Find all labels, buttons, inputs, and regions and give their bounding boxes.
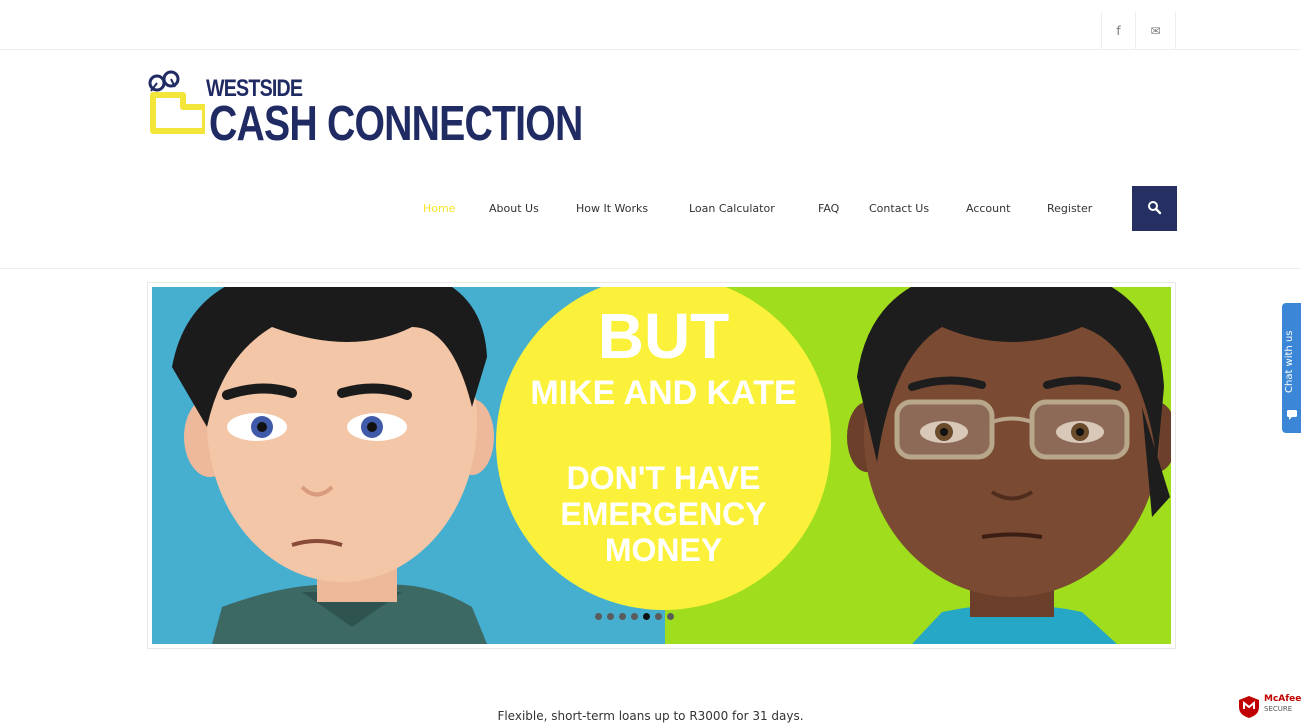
logo-text-main: CASH CONNECTION bbox=[209, 97, 583, 151]
slider-dot[interactable] bbox=[595, 613, 602, 620]
slide-text-line: DON'T HAVE bbox=[566, 460, 761, 496]
mike-illustration bbox=[172, 287, 494, 644]
nav-item-register[interactable]: Register bbox=[1047, 200, 1092, 218]
search-button[interactable] bbox=[1132, 186, 1177, 231]
slider-dot-active[interactable] bbox=[643, 613, 650, 620]
hero-slider[interactable]: BUT MIKE AND KATE DON'T HAVE EMERGENCY M… bbox=[152, 287, 1171, 644]
mail-icon[interactable]: ✉ bbox=[1135, 12, 1176, 50]
slider-dot[interactable] bbox=[631, 613, 638, 620]
facebook-icon[interactable]: f bbox=[1101, 12, 1135, 50]
nav-item-faq[interactable]: FAQ bbox=[818, 200, 839, 218]
slide-heading: BUT bbox=[597, 300, 730, 372]
nav-item-home[interactable]: Home bbox=[423, 200, 455, 218]
logo-mark-icon bbox=[148, 70, 205, 134]
slider-dot[interactable] bbox=[607, 613, 614, 620]
mcafee-shield-icon bbox=[1239, 696, 1259, 718]
nav-item-about-us[interactable]: About Us bbox=[489, 200, 539, 218]
chat-label: Chat with us bbox=[1284, 330, 1295, 394]
chat-with-us-tab[interactable]: Chat with us bbox=[1282, 303, 1301, 433]
slide-text-line: EMERGENCY bbox=[560, 496, 767, 532]
slider-pagination bbox=[595, 613, 674, 620]
header-divider bbox=[0, 268, 1301, 269]
nav-item-loan-calculator[interactable]: Loan Calculator bbox=[689, 200, 775, 218]
nav-item-contact-us[interactable]: Contact Us bbox=[869, 200, 929, 218]
badge-subtitle: SECURE bbox=[1264, 705, 1293, 713]
slide-text-line: MONEY bbox=[604, 532, 723, 568]
nav-item-how-it-works[interactable]: How It Works bbox=[576, 200, 648, 218]
slider-dot[interactable] bbox=[655, 613, 662, 620]
chat-bubble-icon bbox=[1287, 410, 1297, 420]
slide-subheading: MIKE AND KATE bbox=[530, 374, 797, 412]
tagline: Flexible, short-term loans up to R3000 f… bbox=[497, 709, 804, 723]
mcafee-secure-badge[interactable]: McAfee SECURE bbox=[1234, 690, 1301, 724]
kate-illustration bbox=[847, 287, 1171, 644]
hero-slider-frame: BUT MIKE AND KATE DON'T HAVE EMERGENCY M… bbox=[147, 282, 1176, 649]
badge-title: McAfee bbox=[1264, 694, 1301, 704]
search-icon bbox=[1148, 201, 1162, 215]
site-logo[interactable]: WESTSIDE CASH CONNECTION bbox=[145, 65, 585, 150]
nav-item-account[interactable]: Account bbox=[966, 200, 1010, 218]
top-bar: f ✉ bbox=[0, 0, 1301, 50]
slider-dot[interactable] bbox=[667, 613, 674, 620]
slider-dot[interactable] bbox=[619, 613, 626, 620]
